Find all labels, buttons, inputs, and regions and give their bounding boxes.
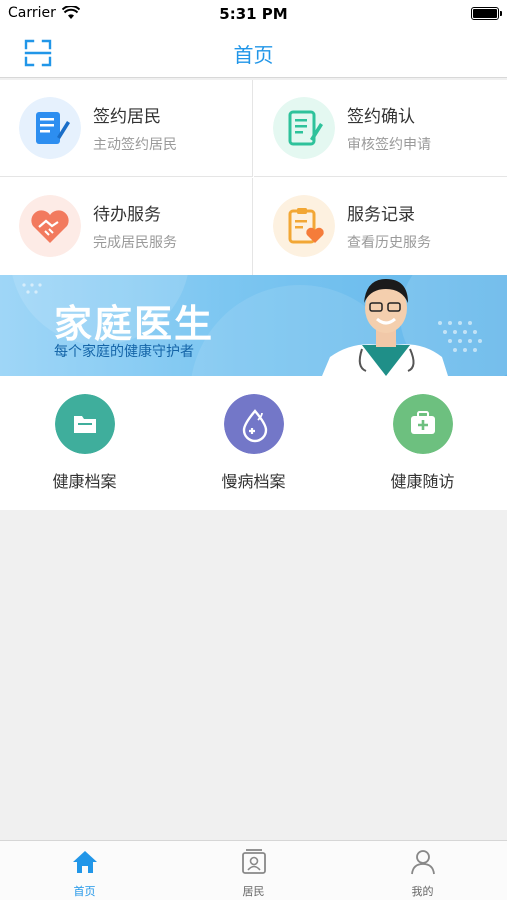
status-time: 5:31 PM <box>219 5 288 23</box>
grid-item-service-records[interactable]: 服务记录 查看历史服务 <box>254 178 507 275</box>
grid-item-subtitle: 主动签约居民 <box>93 137 177 153</box>
confirm-icon <box>273 97 335 159</box>
tab-bar: 首页 居民 我的 <box>0 840 507 900</box>
tab-label: 我的 <box>411 885 434 898</box>
home-icon <box>73 851 97 873</box>
medkit-icon <box>393 394 453 454</box>
navigation-bar: 首页 <box>0 28 507 78</box>
tab-mine[interactable]: 我的 <box>338 841 507 900</box>
tab-home[interactable]: 首页 <box>0 841 169 900</box>
status-bar: Carrier 5:31 PM <box>0 0 507 28</box>
grid-item-sign-confirm[interactable]: 签约确认 审核签约申请 <box>254 80 507 177</box>
tab-label: 居民 <box>242 885 265 898</box>
resident-icon <box>242 849 266 874</box>
quick-action-label: 健康随访 <box>390 472 455 491</box>
grid-item-pending-services[interactable]: 待办服务 完成居民服务 <box>0 178 253 275</box>
grid-item-title: 签约居民 <box>93 107 161 127</box>
record-icon <box>273 195 335 257</box>
tab-label: 首页 <box>73 885 96 898</box>
doctor-illustration <box>322 279 448 376</box>
health-followup-button[interactable]: 健康随访 <box>338 394 507 504</box>
battery-icon <box>471 7 502 20</box>
family-doctor-banner[interactable]: 家庭医生 每个家庭的健康守护者 <box>0 275 507 376</box>
grid-item-sign-residents[interactable]: 签约居民 主动签约居民 <box>0 80 253 177</box>
grid-item-subtitle: 审核签约申请 <box>347 137 431 153</box>
chronic-disease-record-button[interactable]: 慢病档案 <box>169 394 338 504</box>
page-title: 首页 <box>233 43 274 67</box>
quick-action-label: 健康档案 <box>52 472 117 491</box>
grid-item-subtitle: 完成居民服务 <box>93 235 177 251</box>
grid-item-title: 服务记录 <box>347 205 415 225</box>
contract-icon <box>19 97 81 159</box>
quick-actions: 健康档案 慢病档案 健康随访 <box>0 376 507 510</box>
tab-residents[interactable]: 居民 <box>169 841 338 900</box>
function-grid: 签约居民 主动签约居民 签约确认 审核签约申请 待办服务 完成居民服务 服务记录… <box>0 80 507 276</box>
grid-item-subtitle: 查看历史服务 <box>347 235 431 251</box>
banner-subtitle: 每个家庭的健康守护者 <box>54 344 194 360</box>
quick-action-label: 慢病档案 <box>221 472 286 491</box>
handshake-icon <box>19 195 81 257</box>
health-record-button[interactable]: 健康档案 <box>0 394 169 504</box>
grid-item-title: 签约确认 <box>347 107 415 127</box>
folder-icon <box>55 394 115 454</box>
banner-title: 家庭医生 <box>54 302 215 346</box>
drop-icon <box>224 394 284 454</box>
grid-item-title: 待办服务 <box>93 205 161 225</box>
user-icon <box>411 850 435 875</box>
